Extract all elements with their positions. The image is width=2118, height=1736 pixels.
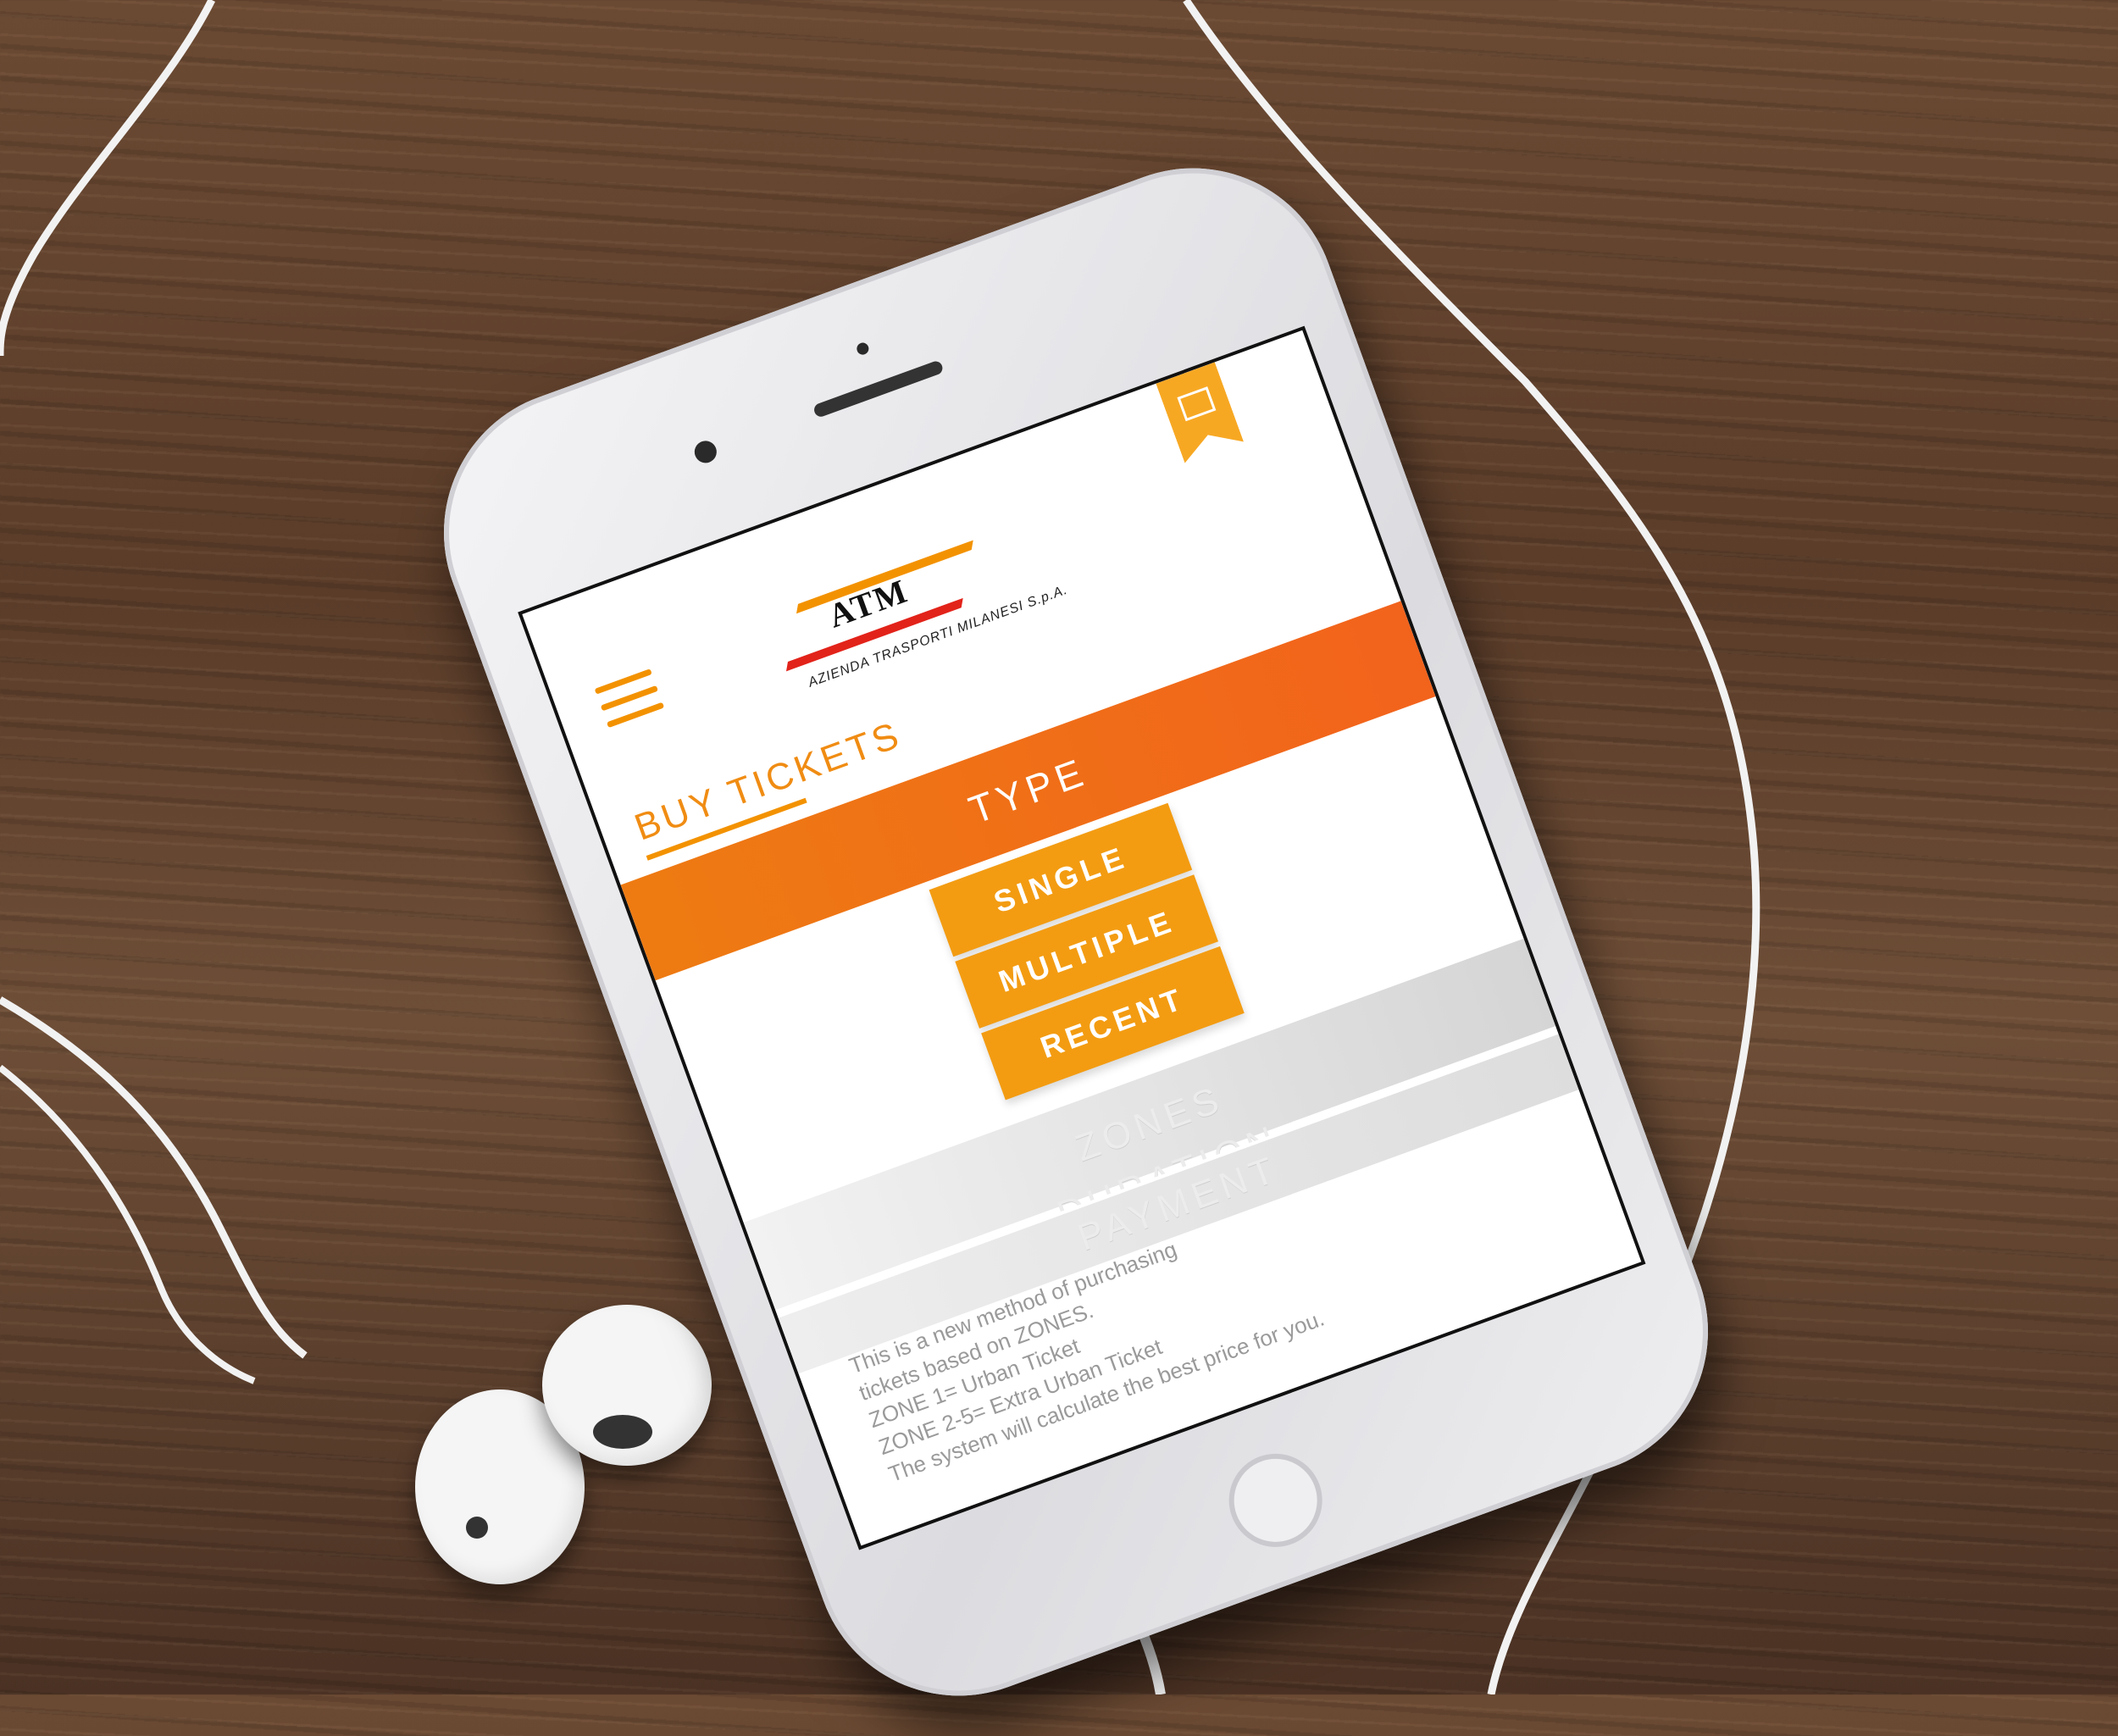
- map-bookmark-icon[interactable]: [1156, 362, 1244, 463]
- hamburger-icon[interactable]: [594, 668, 668, 736]
- earbud-right: [542, 1305, 712, 1466]
- map-icon: [1177, 386, 1216, 421]
- home-button[interactable]: [1216, 1440, 1336, 1561]
- front-camera: [691, 437, 720, 467]
- front-sensor: [855, 341, 871, 357]
- atm-logo: ATM AZIENDA TRASPORTI MILANESI S.p.A.: [779, 509, 1070, 697]
- earpiece-speaker: [812, 359, 945, 419]
